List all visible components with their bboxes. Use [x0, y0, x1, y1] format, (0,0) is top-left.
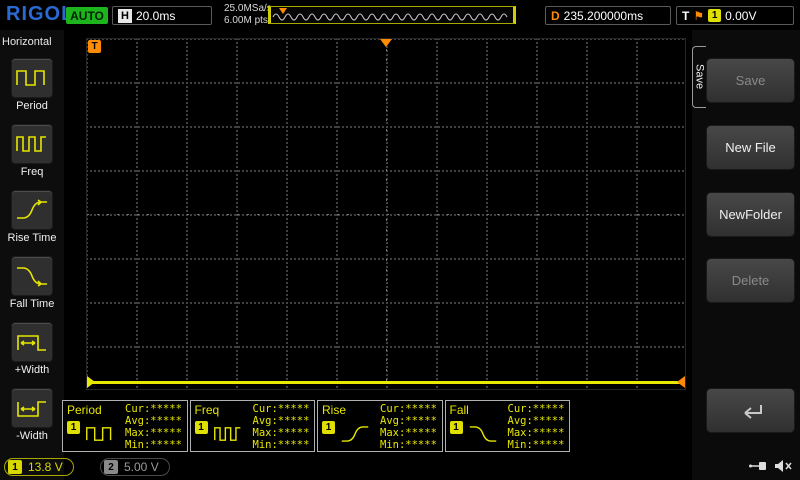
horizontal-label: H	[118, 9, 132, 23]
memory-position-indicator[interactable]	[268, 6, 516, 24]
run-status-badge: AUTO	[66, 7, 108, 24]
trigger-position-corner-marker: T	[88, 40, 101, 53]
delete-button[interactable]: Delete	[706, 258, 795, 303]
channel2-scale: 5.00 V	[124, 460, 159, 474]
measurement-name: Period	[67, 403, 102, 417]
menu-item-label: Period	[0, 100, 64, 112]
minus-width-icon	[11, 388, 53, 428]
fall-time-icon	[468, 423, 498, 450]
horizontal-timebase-box: H 20.0ms	[112, 6, 212, 25]
waveform-display: T	[86, 38, 686, 390]
menu-item-period[interactable]: Period	[0, 58, 64, 112]
plus-width-icon	[11, 322, 53, 362]
measurement-stats: Cur:***** Avg:***** Max:***** Min:*****	[380, 403, 437, 451]
trigger-level-value: 0.00V	[725, 9, 756, 23]
channel2-status[interactable]: 2 5.00 V	[100, 458, 170, 476]
measurement-panel-fall: Fall 1 Cur:***** Avg:***** Max:***** Min…	[445, 400, 571, 452]
trigger-position-marker-icon[interactable]	[380, 39, 392, 47]
back-button[interactable]	[706, 388, 795, 433]
rise-time-icon	[11, 190, 53, 230]
channel2-badge: 2	[104, 460, 118, 474]
usb-icon	[748, 458, 768, 479]
rigol-logo: RIGOL	[6, 3, 74, 26]
measurement-channel-badge: 1	[322, 421, 335, 434]
measurement-channel-badge: 1	[67, 421, 80, 434]
menu-item-label: Fall Time	[0, 298, 64, 310]
menu-item-plus-width[interactable]: +Width	[0, 322, 64, 376]
channel1-ground-marker-icon[interactable]	[87, 376, 95, 388]
measurement-name: Freq	[195, 403, 220, 417]
measurement-results-row: Period 1 Cur:***** Avg:***** Max:***** M…	[62, 400, 570, 452]
timebase-value: 20.0ms	[136, 9, 175, 23]
menu-item-label: Freq	[0, 166, 64, 178]
sample-rate: 25.0MSa/s	[224, 3, 272, 15]
rise-time-icon	[340, 423, 370, 450]
delay-value: 235.200000ms	[564, 9, 643, 23]
channel1-trace	[88, 381, 684, 384]
fall-time-icon	[11, 256, 53, 296]
trigger-channel-badge: 1	[708, 9, 721, 22]
measurement-name: Fall	[450, 403, 469, 417]
measurement-panel-period: Period 1 Cur:***** Avg:***** Max:***** M…	[62, 400, 188, 452]
freq-icon	[213, 423, 243, 450]
measurement-stats: Cur:***** Avg:***** Max:***** Min:*****	[253, 403, 310, 451]
channel1-scale: 13.8 V	[28, 460, 63, 474]
trigger-flag-icon: ⚑	[693, 10, 704, 22]
measurement-name: Rise	[322, 403, 346, 417]
center-vertical-axis	[386, 39, 387, 389]
delay-box: D 235.200000ms	[545, 6, 671, 25]
memory-waveform-icon	[271, 8, 511, 24]
channel1-status[interactable]: 1 13.8 V	[4, 458, 74, 476]
return-icon	[736, 401, 766, 421]
measurement-channel-badge: 1	[450, 421, 463, 434]
menu-item-freq[interactable]: Freq	[0, 124, 64, 178]
memory-position-marker-icon	[279, 8, 287, 14]
menu-item-rise-time[interactable]: Rise Time	[0, 190, 64, 244]
menu-item-minus-width[interactable]: -Width	[0, 388, 64, 442]
freq-icon	[11, 124, 53, 164]
acquisition-info: 25.0MSa/s 6.00M pts	[224, 3, 272, 27]
period-icon	[11, 58, 53, 98]
trigger-level-marker-icon[interactable]	[677, 376, 685, 388]
menu-item-label: -Width	[0, 430, 64, 442]
measurement-panel-rise: Rise 1 Cur:***** Avg:***** Max:***** Min…	[317, 400, 443, 452]
trigger-box: T ⚑ 1 0.00V	[676, 6, 794, 25]
menu-item-label: Rise Time	[0, 232, 64, 244]
menu-item-label: +Width	[0, 364, 64, 376]
new-folder-button[interactable]: NewFolder	[706, 192, 795, 237]
measure-menu-title: Horizontal	[2, 36, 52, 48]
save-button[interactable]: Save	[706, 58, 795, 103]
channel1-badge: 1	[8, 460, 22, 474]
delay-label: D	[551, 9, 560, 23]
measurement-channel-badge: 1	[195, 421, 208, 434]
memory-depth: 6.00M pts	[224, 15, 272, 27]
measurement-stats: Cur:***** Avg:***** Max:***** Min:*****	[125, 403, 182, 451]
trigger-label: T	[682, 9, 689, 23]
new-file-button[interactable]: New File	[706, 125, 795, 170]
menu-item-fall-time[interactable]: Fall Time	[0, 256, 64, 310]
menu-tab-save: Save	[692, 46, 706, 108]
measurement-panel-freq: Freq 1 Cur:***** Avg:***** Max:***** Min…	[190, 400, 316, 452]
speaker-muted-icon	[773, 458, 793, 479]
period-icon	[85, 423, 115, 450]
measurement-stats: Cur:***** Avg:***** Max:***** Min:*****	[508, 403, 565, 451]
